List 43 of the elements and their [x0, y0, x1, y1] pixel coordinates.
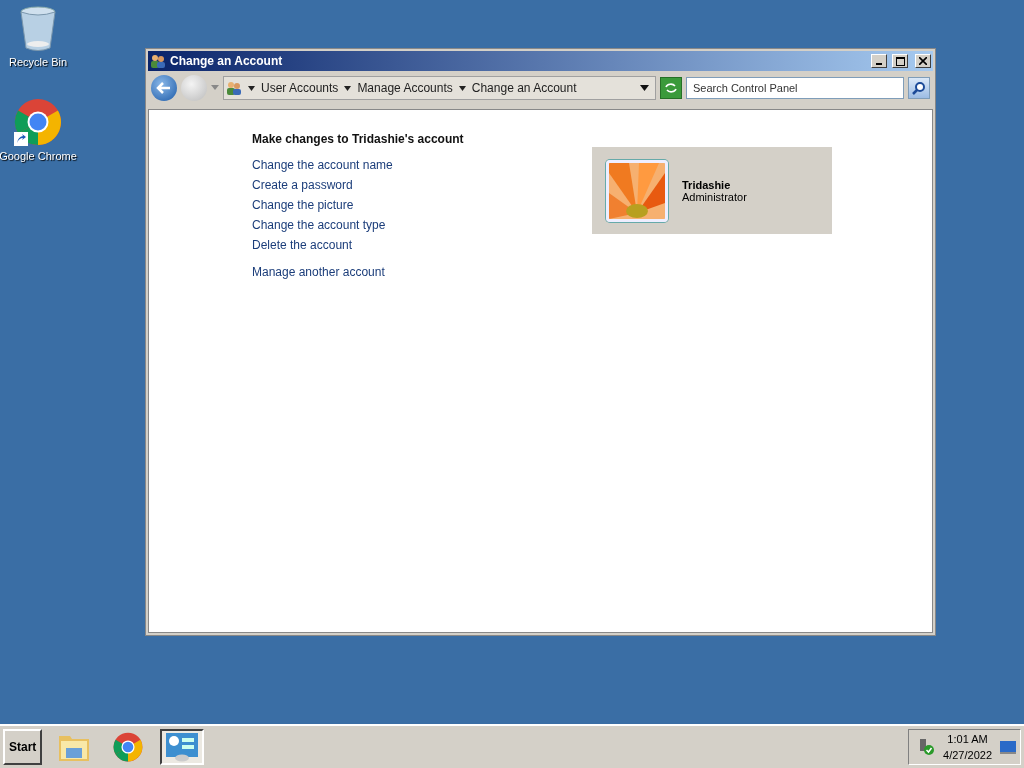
network-status-icon[interactable] — [917, 738, 936, 756]
account-name: Tridashie — [682, 178, 732, 191]
chevron-icon[interactable] — [248, 85, 255, 91]
dropdown-icon[interactable] — [640, 85, 649, 91]
chevron-icon[interactable] — [458, 85, 466, 91]
taskbar-button[interactable] — [160, 729, 205, 765]
search-icon — [912, 81, 926, 95]
desktop-icon-label[interactable]: Recycle Bin — [8, 56, 68, 68]
users-icon — [150, 53, 166, 69]
breadcrumb-item[interactable]: User Accounts — [261, 81, 339, 95]
back-button[interactable] — [151, 75, 177, 101]
chevron-icon[interactable] — [344, 85, 352, 91]
chrome-icon — [14, 98, 62, 146]
task-link[interactable]: Create a password — [252, 178, 592, 198]
desktop-icon-label[interactable]: Google Chrome — [0, 150, 77, 162]
chrome-icon — [113, 732, 144, 762]
recycle-bin-icon — [19, 6, 57, 52]
start-button[interactable]: Start — [3, 729, 43, 765]
task-link[interactable]: Change the account type — [252, 218, 592, 238]
clock[interactable]: 1:01 AM 4/27/2022 — [943, 731, 992, 763]
control-panel-icon — [165, 732, 200, 762]
window-title: Change an Account — [170, 54, 284, 68]
breadcrumb-item[interactable]: Manage Accounts — [357, 81, 453, 95]
task-link[interactable]: Change the picture — [252, 198, 592, 218]
maximize-icon — [895, 56, 905, 66]
address-bar[interactable]: User Accounts Manage Accounts Change an Account — [223, 76, 656, 100]
monitor-icon[interactable] — [1000, 740, 1016, 754]
refresh-icon — [663, 81, 679, 95]
close-button[interactable] — [915, 54, 931, 68]
task-link[interactable]: Manage another account — [252, 265, 592, 285]
task-link[interactable]: Change the account name — [252, 158, 592, 178]
maximize-button[interactable] — [892, 54, 908, 68]
breadcrumb-item[interactable]: Change an Account — [471, 81, 577, 95]
search-field[interactable]: Search Control Panel — [686, 77, 904, 99]
task-link[interactable]: Delete the account — [252, 238, 592, 258]
shortcut-arrow-icon — [14, 132, 28, 146]
refresh-button[interactable] — [660, 77, 682, 99]
account-type: Administrator — [682, 190, 747, 203]
search-button[interactable] — [908, 77, 930, 99]
close-icon — [919, 57, 927, 65]
users-icon — [226, 80, 242, 96]
page-heading: Make changes to Tridashie's account — [252, 132, 465, 146]
minimize-button[interactable] — [871, 54, 887, 68]
